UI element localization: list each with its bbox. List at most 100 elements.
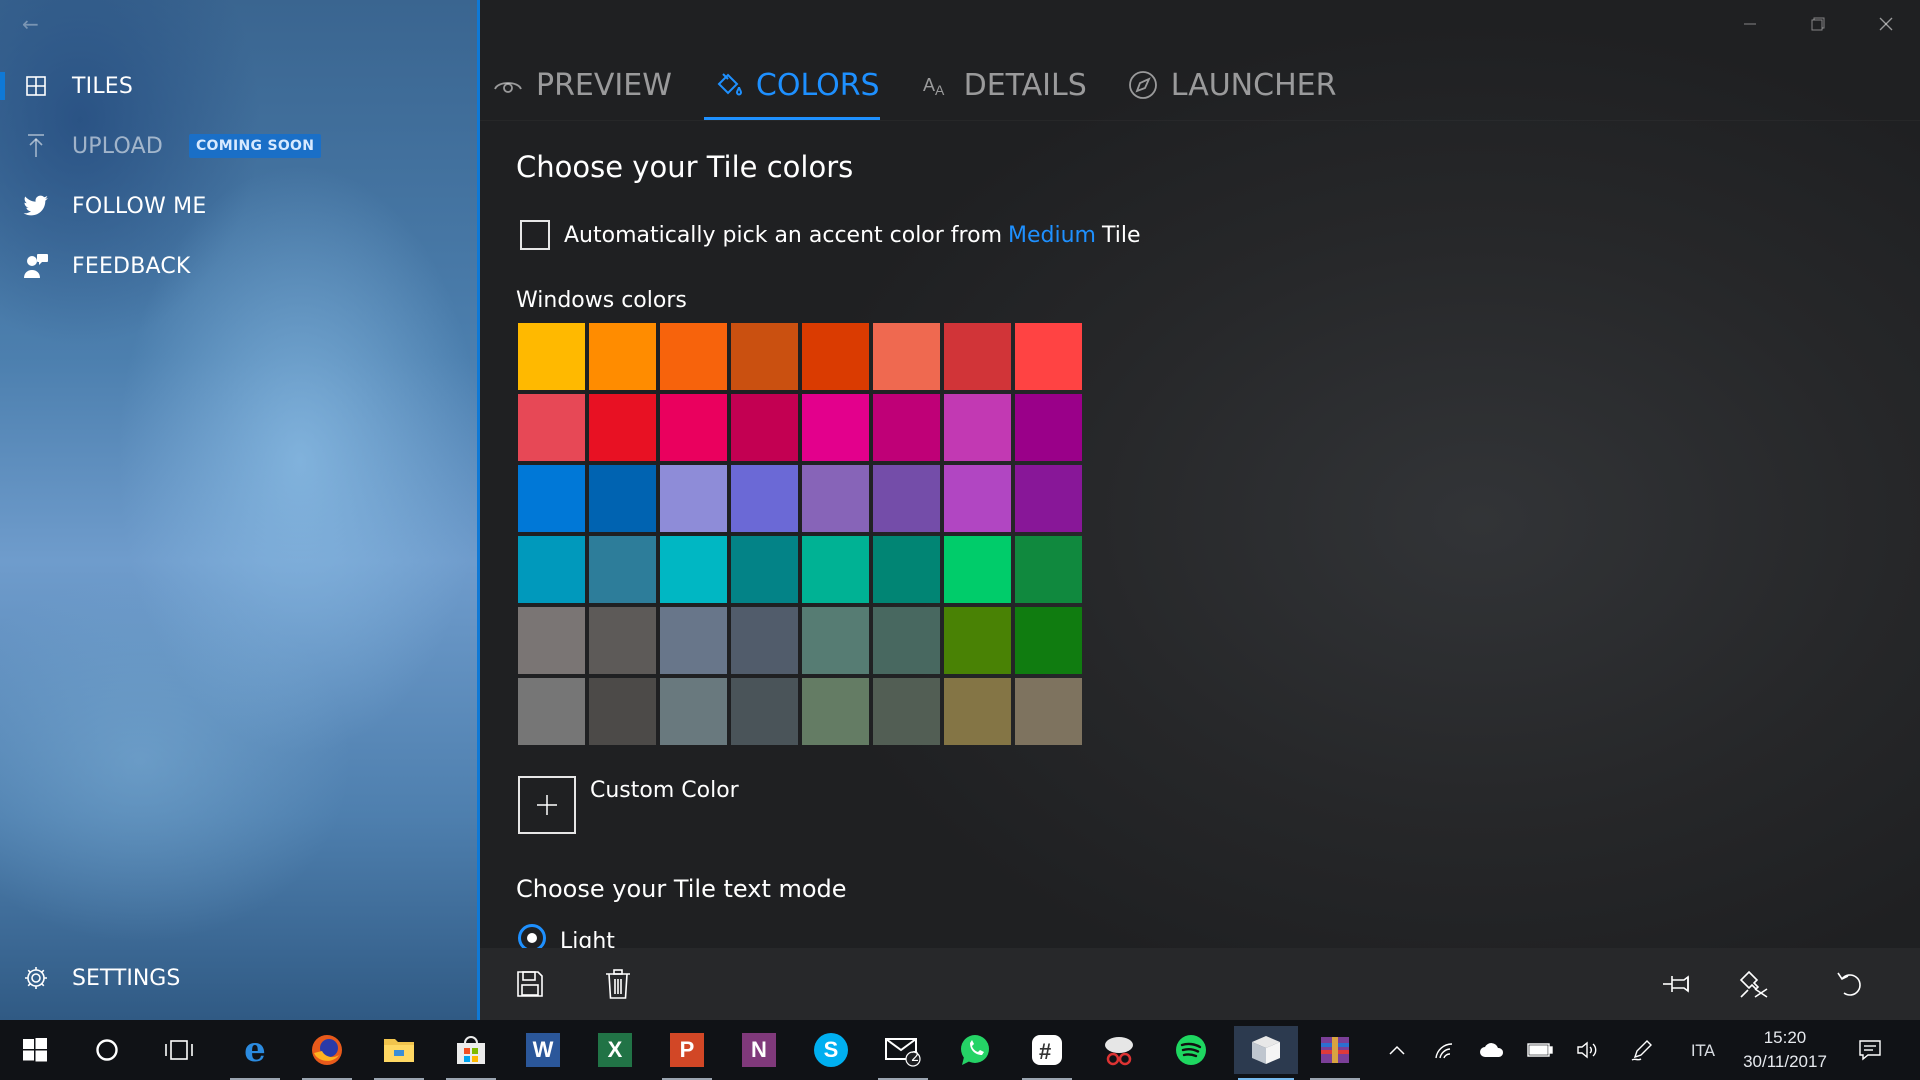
color-swatch[interactable]: [802, 394, 869, 461]
color-swatch[interactable]: [802, 678, 869, 745]
color-swatch[interactable]: [589, 465, 656, 532]
nav-item-feedback[interactable]: FEEDBACK: [0, 240, 480, 292]
color-swatch[interactable]: [944, 607, 1011, 674]
powerpoint-icon[interactable]: P: [658, 1026, 716, 1080]
cortana-button[interactable]: [78, 1026, 136, 1074]
medium-tile-link[interactable]: Medium: [1008, 223, 1096, 248]
color-swatch[interactable]: [589, 607, 656, 674]
color-swatch[interactable]: [873, 323, 940, 390]
undo-button[interactable]: [1826, 960, 1874, 1008]
show-hidden-icons-chevron-icon[interactable]: [1380, 1020, 1414, 1080]
color-swatch[interactable]: [518, 678, 585, 745]
color-swatch[interactable]: [660, 394, 727, 461]
pin-button[interactable]: [1654, 960, 1702, 1008]
volume-icon[interactable]: [1570, 1020, 1606, 1080]
color-swatch[interactable]: [731, 465, 798, 532]
wifi-icon[interactable]: [1428, 1020, 1462, 1080]
nav-item-follow-me[interactable]: FOLLOW ME: [0, 180, 480, 232]
text-mode-light-option[interactable]: Light: [518, 924, 615, 948]
color-swatch[interactable]: [660, 465, 727, 532]
edge-icon[interactable]: e: [226, 1026, 284, 1080]
unpin-button[interactable]: [1730, 960, 1778, 1008]
snipping-tool-icon[interactable]: [1090, 1026, 1148, 1074]
tiles-app-icon[interactable]: [1234, 1026, 1298, 1080]
color-swatch[interactable]: [1015, 465, 1082, 532]
color-swatch[interactable]: [873, 607, 940, 674]
color-swatch[interactable]: [802, 536, 869, 603]
delete-button[interactable]: [594, 960, 642, 1008]
color-swatch[interactable]: [873, 465, 940, 532]
radio-light[interactable]: [518, 924, 546, 948]
file-explorer-icon[interactable]: [370, 1026, 428, 1080]
color-swatch[interactable]: [731, 323, 798, 390]
word-icon[interactable]: W: [514, 1026, 572, 1074]
skype-icon[interactable]: S: [802, 1026, 860, 1074]
action-center-icon[interactable]: [1852, 1020, 1888, 1080]
nav-item-upload[interactable]: UPLOAD COMING SOON: [0, 120, 480, 172]
color-swatch[interactable]: [731, 394, 798, 461]
color-swatch[interactable]: [731, 536, 798, 603]
slack-icon[interactable]: #: [1018, 1026, 1076, 1080]
spotify-icon[interactable]: [1162, 1026, 1220, 1074]
mail-icon[interactable]: 2: [874, 1026, 932, 1080]
whatsapp-icon[interactable]: [946, 1026, 1004, 1074]
color-swatch[interactable]: [1015, 678, 1082, 745]
tab-details[interactable]: AA DETAILS: [920, 58, 1087, 112]
task-view-button[interactable]: [150, 1026, 208, 1074]
color-swatch[interactable]: [518, 465, 585, 532]
nav-item-tiles[interactable]: TILES: [0, 60, 480, 112]
color-swatch[interactable]: [731, 678, 798, 745]
color-swatch[interactable]: [944, 536, 1011, 603]
auto-accent-checkbox[interactable]: [520, 220, 550, 250]
color-swatch[interactable]: [944, 323, 1011, 390]
color-swatch[interactable]: [944, 394, 1011, 461]
color-swatch[interactable]: [731, 607, 798, 674]
input-language-indicator[interactable]: ITA: [1680, 1020, 1726, 1080]
color-swatch[interactable]: [802, 465, 869, 532]
color-swatch[interactable]: [1015, 394, 1082, 461]
auto-accent-checkbox-row[interactable]: Automatically pick an accent color from …: [520, 220, 1141, 250]
custom-color-button[interactable]: Custom Color: [518, 776, 739, 834]
back-arrow-icon[interactable]: ←: [22, 12, 39, 36]
color-swatch[interactable]: [518, 394, 585, 461]
tab-launcher[interactable]: LAUNCHER: [1127, 58, 1336, 112]
color-swatch[interactable]: [1015, 536, 1082, 603]
color-swatch[interactable]: [873, 394, 940, 461]
tab-preview[interactable]: PREVIEW: [492, 58, 672, 112]
nav-item-settings[interactable]: SETTINGS: [0, 952, 480, 1004]
firefox-icon[interactable]: [298, 1026, 356, 1080]
minimize-button[interactable]: [1716, 0, 1784, 48]
onenote-icon[interactable]: N: [730, 1026, 788, 1074]
pen-ink-icon[interactable]: [1624, 1020, 1660, 1080]
color-swatch[interactable]: [873, 536, 940, 603]
onedrive-icon[interactable]: [1474, 1020, 1510, 1080]
color-swatch[interactable]: [944, 678, 1011, 745]
color-swatch[interactable]: [518, 323, 585, 390]
save-button[interactable]: [506, 960, 554, 1008]
color-swatch[interactable]: [589, 323, 656, 390]
restore-button[interactable]: [1784, 0, 1852, 48]
color-swatch[interactable]: [660, 536, 727, 603]
color-swatch[interactable]: [1015, 323, 1082, 390]
color-swatch[interactable]: [518, 536, 585, 603]
battery-icon[interactable]: [1522, 1020, 1558, 1080]
color-swatch[interactable]: [589, 678, 656, 745]
start-button[interactable]: [6, 1026, 64, 1074]
color-swatch[interactable]: [802, 323, 869, 390]
color-swatch[interactable]: [589, 536, 656, 603]
color-swatch[interactable]: [589, 394, 656, 461]
system-clock[interactable]: 15:20 30/11/2017: [1730, 1026, 1840, 1074]
color-swatch[interactable]: [518, 607, 585, 674]
color-swatch[interactable]: [873, 678, 940, 745]
color-swatch[interactable]: [802, 607, 869, 674]
close-button[interactable]: [1852, 0, 1920, 48]
color-swatch[interactable]: [660, 323, 727, 390]
excel-icon[interactable]: X: [586, 1026, 644, 1074]
winrar-icon[interactable]: [1306, 1026, 1364, 1080]
color-swatch[interactable]: [660, 678, 727, 745]
color-swatch[interactable]: [1015, 607, 1082, 674]
color-swatch[interactable]: [660, 607, 727, 674]
store-icon[interactable]: [442, 1026, 500, 1080]
color-swatch[interactable]: [944, 465, 1011, 532]
tab-colors[interactable]: COLORS: [703, 58, 880, 120]
